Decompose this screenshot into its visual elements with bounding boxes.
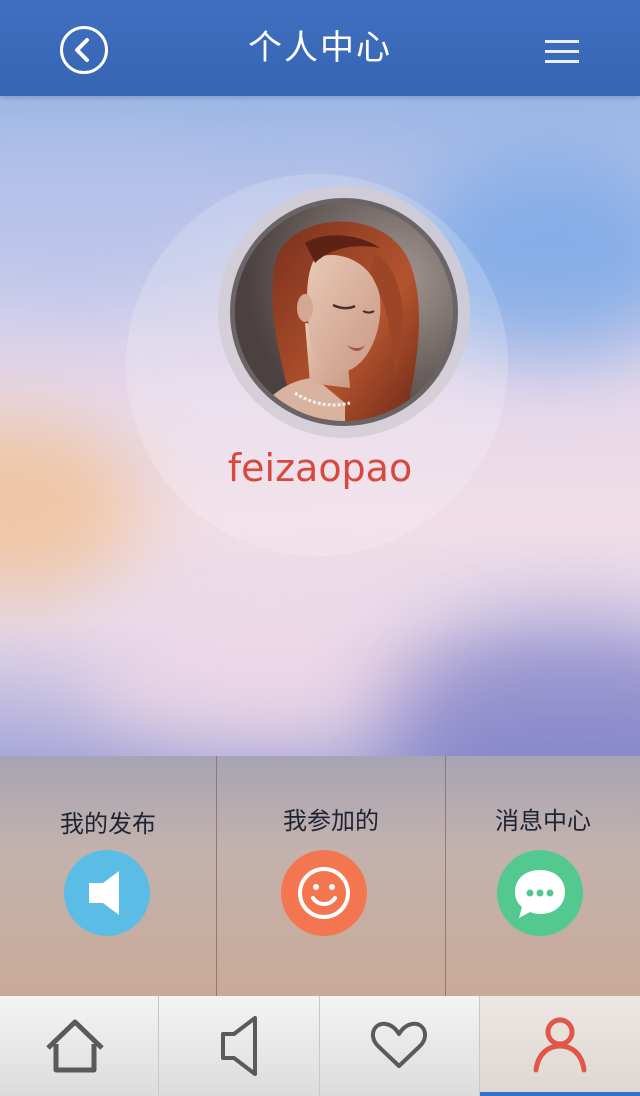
menu-button[interactable] <box>545 38 581 64</box>
my-posts-button[interactable]: 我的发布 <box>0 756 217 996</box>
smiley-icon <box>281 850 367 936</box>
hamburger-menu-icon <box>545 40 579 43</box>
tab-home[interactable] <box>0 996 159 1096</box>
app-header: 个人中心 <box>0 0 640 96</box>
hamburger-line <box>545 60 579 63</box>
page-title: 个人中心 <box>248 28 392 68</box>
profile-hero: feizaopao <box>0 96 640 756</box>
background-blur <box>0 416 140 596</box>
profile-photo <box>235 203 453 421</box>
message-center-button[interactable]: 消息中心 <box>446 756 640 996</box>
message-center-label: 消息中心 <box>495 807 591 835</box>
action-bar: 我的发布 我参加的 消息中心 <box>0 756 640 996</box>
active-tab-indicator <box>480 1092 640 1096</box>
my-joined-label: 我参加的 <box>283 807 379 835</box>
tab-favorites[interactable] <box>320 996 480 1096</box>
speaker-icon <box>64 850 150 936</box>
avatar[interactable] <box>230 198 458 426</box>
hamburger-line <box>545 50 579 53</box>
tab-profile[interactable] <box>480 996 640 1096</box>
speaker-icon <box>221 1016 257 1076</box>
user-icon <box>533 1017 587 1073</box>
heart-icon <box>370 1021 428 1068</box>
tab-announcements[interactable] <box>159 996 320 1096</box>
home-icon <box>46 1019 104 1073</box>
bottom-tab-bar <box>0 996 640 1096</box>
my-posts-label: 我的发布 <box>60 810 156 838</box>
username: feizaopao <box>227 446 413 490</box>
my-joined-button[interactable]: 我参加的 <box>217 756 446 996</box>
chat-bubble-icon <box>497 850 583 936</box>
